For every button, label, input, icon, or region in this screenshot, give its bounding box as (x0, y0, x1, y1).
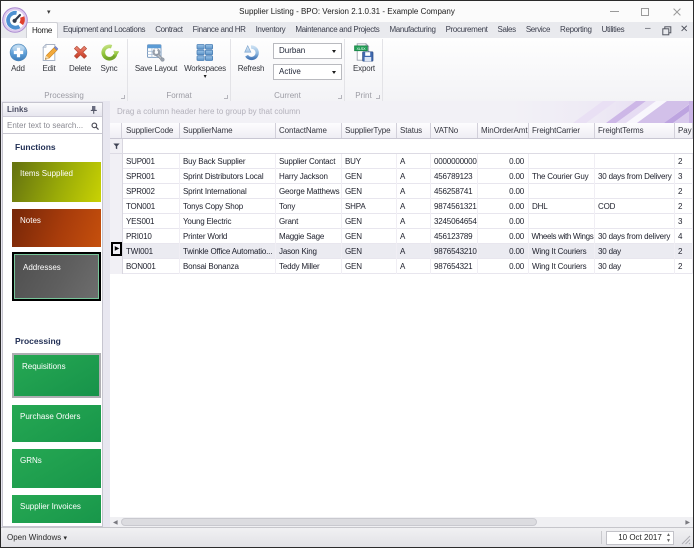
svg-text:XLSX: XLSX (356, 47, 366, 51)
